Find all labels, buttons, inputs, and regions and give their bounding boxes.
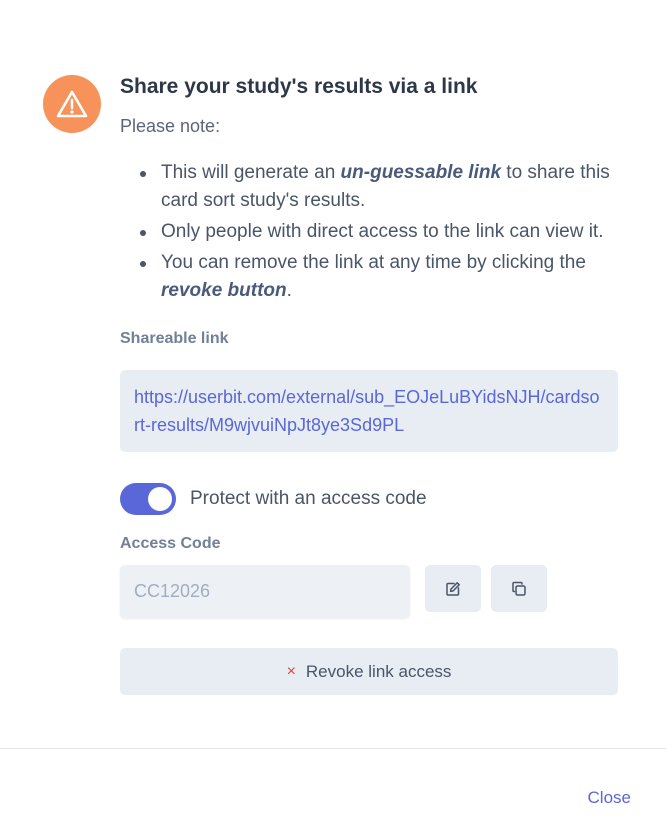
revoke-label: Revoke link access <box>305 661 452 681</box>
shareable-link-field[interactable]: https://userbit.com/external/sub_EOJeLuB… <box>120 370 618 452</box>
notes-list: This will generate an un-guessable link … <box>120 159 620 305</box>
close-icon: × <box>286 662 296 680</box>
toggle-knob <box>148 487 172 511</box>
dialog-title: Share your study's results via a link <box>120 75 478 98</box>
warning-triangle-icon <box>56 90 88 118</box>
shareable-link-label: Shareable link <box>120 330 229 347</box>
list-item: Only people with direct access to the li… <box>120 218 620 246</box>
close-button[interactable]: Close <box>588 788 631 808</box>
revoke-link-button[interactable]: × Revoke link access <box>120 648 618 695</box>
access-code-row <box>120 565 620 618</box>
warning-badge <box>43 75 101 133</box>
note-text: Please note: <box>120 116 221 136</box>
access-code-toggle[interactable] <box>120 483 176 515</box>
edit-icon <box>446 581 460 596</box>
dialog-content: Share your study's results via a link Pl… <box>120 70 620 695</box>
edit-code-button[interactable] <box>425 565 481 612</box>
footer-divider <box>0 748 666 749</box>
copy-icon <box>512 581 526 596</box>
access-code-label: Access Code <box>120 535 221 552</box>
list-item: You can remove the link at any time by c… <box>120 249 620 305</box>
access-code-toggle-row: Protect with an access code <box>120 483 620 515</box>
toggle-label: Protect with an access code <box>190 488 427 509</box>
list-item: This will generate an un-guessable link … <box>120 159 620 215</box>
access-code-input[interactable] <box>120 565 410 618</box>
copy-code-button[interactable] <box>491 565 547 612</box>
